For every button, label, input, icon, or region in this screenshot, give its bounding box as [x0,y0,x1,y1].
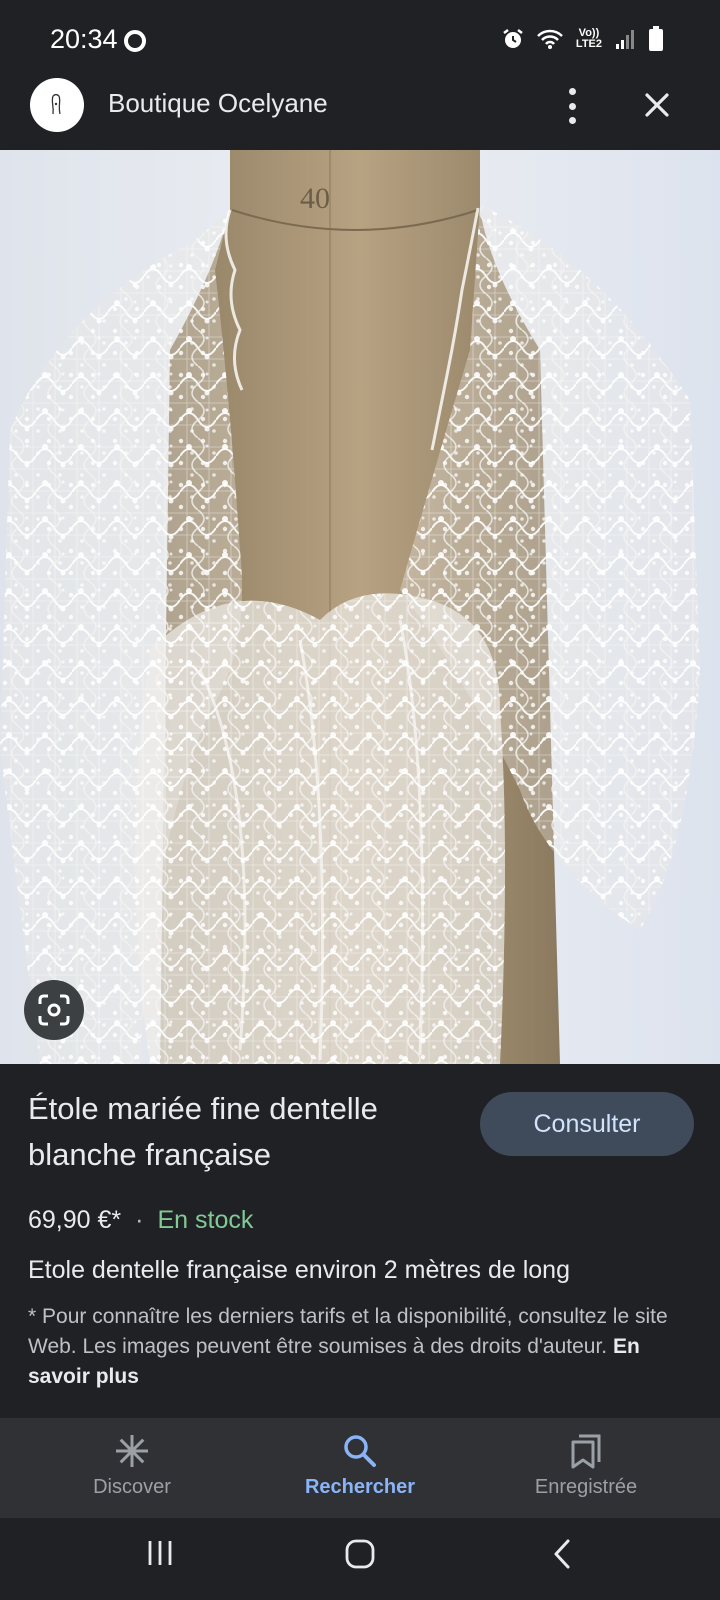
consult-button[interactable]: Consulter [480,1092,694,1156]
wifi-icon [537,29,563,49]
network-type: Vo)) LTE2 [576,28,602,50]
disclaimer: * Pour connaître les derniers tarifs et … [28,1302,702,1392]
nav-label-saved: Enregistrée [534,1476,638,1498]
lens-glyph [38,994,70,1026]
battery-icon [649,26,663,51]
nav-item-saved[interactable]: Enregistrée [486,1432,686,1499]
alarm-icon [503,29,523,48]
recent-apps-icon[interactable] [145,1538,175,1568]
nav-item-search[interactable]: Rechercher [260,1432,460,1499]
stock-status: En stock [157,1206,254,1234]
back-icon[interactable] [548,1538,578,1570]
search-icon [344,1435,376,1467]
nav-label-search: Rechercher [304,1476,416,1498]
boutique-logo-icon[interactable] [30,78,84,132]
lace-shawl-photo: 40 [0,150,720,1064]
bottom-nav: Discover Rechercher Enregistrée [0,1418,720,1518]
separator: · [135,1206,144,1234]
product-title: Étole mariée fine dentelle blanche franç… [28,1091,378,1172]
system-nav [0,1518,720,1600]
nav-label-discover: Discover [93,1476,171,1498]
status-icons: Vo)) LTE2 [502,26,664,52]
collections-icon [571,1434,601,1469]
disclaimer-text: * Pour connaître les derniers tarifs et … [28,1305,668,1358]
signal-icon [616,30,634,49]
product-price: 69,90 €* [28,1206,122,1234]
product-info-panel: Étole mariée fine dentelle blanche franç… [0,1064,720,1418]
product-image[interactable]: 40 [0,150,720,1064]
nav-item-discover[interactable]: Discover [32,1432,232,1499]
lens-icon[interactable] [24,980,84,1040]
mannequin-size-label: 40 [300,182,330,215]
site-name[interactable]: Boutique Ocelyane [108,88,328,119]
close-icon[interactable] [640,88,674,122]
home-icon[interactable] [344,1538,376,1570]
logo-glyph [51,93,61,115]
sync-icon [124,30,146,52]
asterisk-icon [116,1435,148,1467]
status-time: 20:34 [50,24,118,54]
network-label-bottom: LTE2 [575,38,602,50]
price-row: 69,90 €* · En stock [28,1206,253,1235]
app-header: Boutique Ocelyane [0,58,720,150]
product-description: Etole dentelle française environ 2 mètre… [28,1256,570,1284]
more-vertical-icon[interactable] [554,86,590,126]
